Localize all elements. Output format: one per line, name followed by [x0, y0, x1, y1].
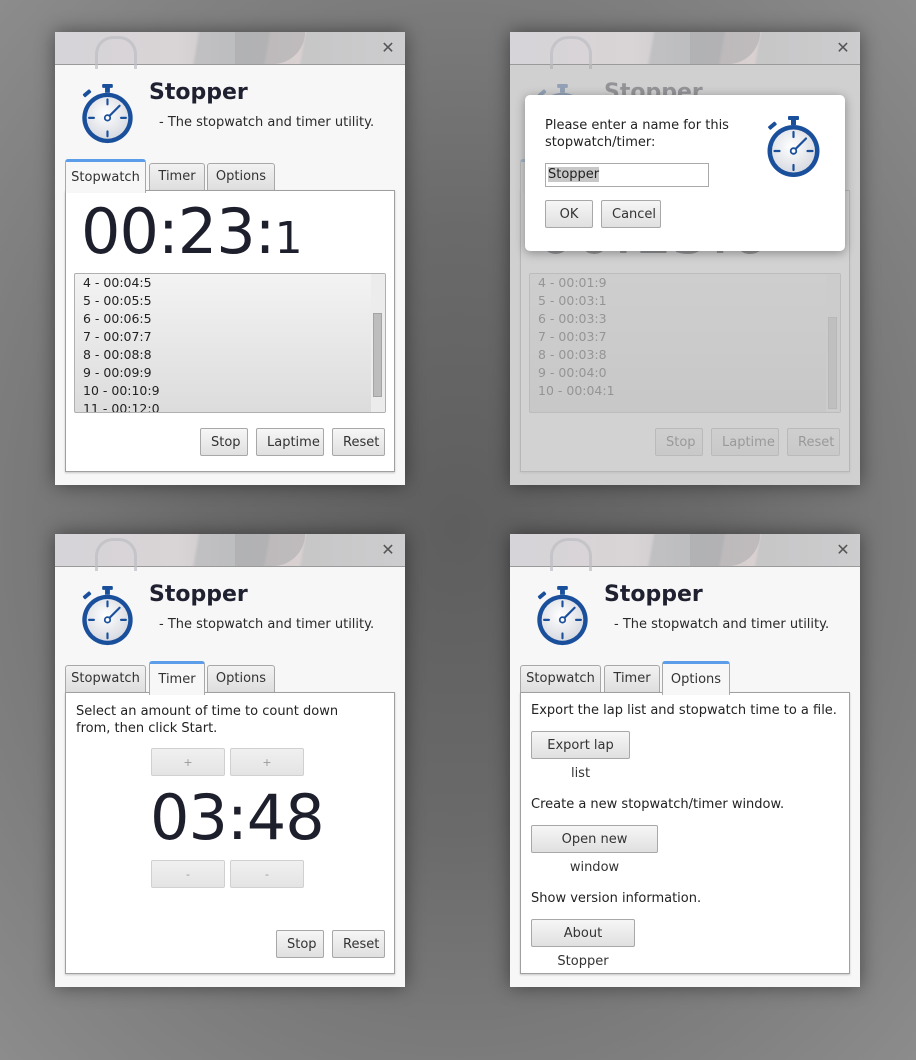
tab-timer[interactable]: Timer [604, 665, 660, 692]
minutes-decrement-button[interactable]: - [151, 860, 225, 888]
close-icon[interactable]: ✕ [379, 39, 397, 57]
lap-list-item[interactable]: 4 - 00:04:5 [75, 274, 371, 292]
lap-list[interactable]: 4 - 00:04:5 5 - 00:05:5 6 - 00:06:5 7 - 00:… [74, 273, 386, 413]
stop-button[interactable]: Stop [276, 930, 324, 958]
reset-button[interactable]: Reset [332, 930, 385, 958]
scrollbar-thumb[interactable] [373, 313, 382, 397]
options-panel: Export the lap list and stopwatch time t… [520, 692, 850, 974]
app-title: Stopper [149, 80, 248, 105]
version-description: Show version information. [531, 891, 702, 906]
laptime-button[interactable]: Laptime [256, 428, 324, 456]
rename-dialog: Please enter a name for this stopwatch/t… [525, 95, 845, 251]
lap-list-item[interactable]: 5 - 00:05:5 [75, 292, 371, 310]
tab-options[interactable]: Options [207, 665, 275, 692]
scrollbar[interactable] [371, 274, 385, 412]
timer-instructions: Select an amount of time to count down f… [76, 704, 339, 736]
stopwatch-icon [77, 585, 137, 647]
timer-window: ✕ Stopper - The stopwatch and timer util… [55, 534, 405, 987]
minutes-increment-button[interactable]: + [151, 748, 225, 776]
stopwatch-icon [763, 115, 823, 179]
seconds-decrement-button[interactable]: - [230, 860, 304, 888]
tab-stopwatch[interactable]: Stopwatch [520, 665, 601, 692]
open-new-window-button[interactable]: Open new window [531, 825, 658, 875]
stopwatch-icon [532, 585, 592, 647]
close-icon[interactable]: ✕ [834, 39, 852, 57]
lap-list-item[interactable]: 7 - 00:07:7 [75, 328, 371, 346]
tab-stopwatch[interactable]: Stopwatch [65, 665, 146, 692]
cancel-button[interactable]: Cancel [601, 200, 661, 228]
app-subtitle: - The stopwatch and timer utility. [159, 115, 375, 130]
lap-list-item[interactable]: 8 - 00:08:8 [75, 346, 371, 364]
reset-button[interactable]: Reset [332, 428, 385, 456]
app-subtitle: - The stopwatch and timer utility. [159, 617, 375, 632]
name-input[interactable]: Stopper [545, 163, 709, 187]
tab-timer[interactable]: Timer [149, 661, 205, 695]
app-header: Stopper - The stopwatch and timer utilit… [510, 567, 860, 662]
app-header: Stopper - The stopwatch and timer utilit… [55, 65, 405, 160]
close-icon[interactable]: ✕ [379, 541, 397, 559]
app-header: Stopper - The stopwatch and timer utilit… [55, 567, 405, 662]
timer-display: 03:48 [150, 781, 325, 854]
title-bar[interactable]: ✕ [510, 32, 860, 69]
dialog-prompt: Please enter a name for this stopwatch/t… [545, 118, 729, 150]
lap-list-item[interactable]: 6 - 00:06:5 [75, 310, 371, 328]
stop-button[interactable]: Stop [200, 428, 248, 456]
app-title: Stopper [604, 582, 703, 607]
new-window-description: Create a new stopwatch/timer window. [531, 797, 785, 812]
stopwatch-icon [77, 83, 137, 145]
timer-panel: Select an amount of time to count down f… [65, 692, 395, 974]
stopwatch-tenths: 1 [274, 213, 303, 264]
tab-options[interactable]: Options [662, 661, 730, 695]
app-subtitle: - The stopwatch and timer utility. [614, 617, 830, 632]
rename-window: ✕ Stopper - The stopwatch and timer util… [510, 32, 860, 485]
name-input-value: Stopper [548, 167, 600, 182]
tab-stopwatch[interactable]: Stopwatch [65, 159, 146, 193]
export-lap-list-button[interactable]: Export lap list [531, 731, 630, 781]
seconds-increment-button[interactable]: + [230, 748, 304, 776]
lap-list-item[interactable]: 10 - 00:10:9 [75, 382, 371, 400]
title-bar[interactable]: ✕ [55, 534, 405, 571]
lap-list-item[interactable]: 9 - 00:09:9 [75, 364, 371, 382]
ok-button[interactable]: OK [545, 200, 593, 228]
lap-list-item[interactable]: 11 - 00:12:0 [75, 400, 371, 412]
export-description: Export the lap list and stopwatch time t… [531, 703, 837, 718]
tab-options[interactable]: Options [207, 163, 275, 190]
options-window: ✕ Stopper - The stopwatch and timer util… [510, 534, 860, 987]
about-stopper-button[interactable]: About Stopper [531, 919, 635, 969]
tab-timer[interactable]: Timer [149, 163, 205, 190]
stopwatch-panel: 00:23:1 4 - 00:04:5 5 - 00:05:5 6 - 00:06:… [65, 190, 395, 472]
app-title: Stopper [149, 582, 248, 607]
title-bar[interactable]: ✕ [55, 32, 405, 69]
stopwatch-time: 00:23: [81, 195, 276, 268]
stopwatch-window: ✕ Stopper - The stopwatch and timer util… [55, 32, 405, 485]
stopwatch-display: 00:23:1 [81, 195, 303, 268]
title-bar[interactable]: ✕ [510, 534, 860, 571]
close-icon[interactable]: ✕ [834, 541, 852, 559]
